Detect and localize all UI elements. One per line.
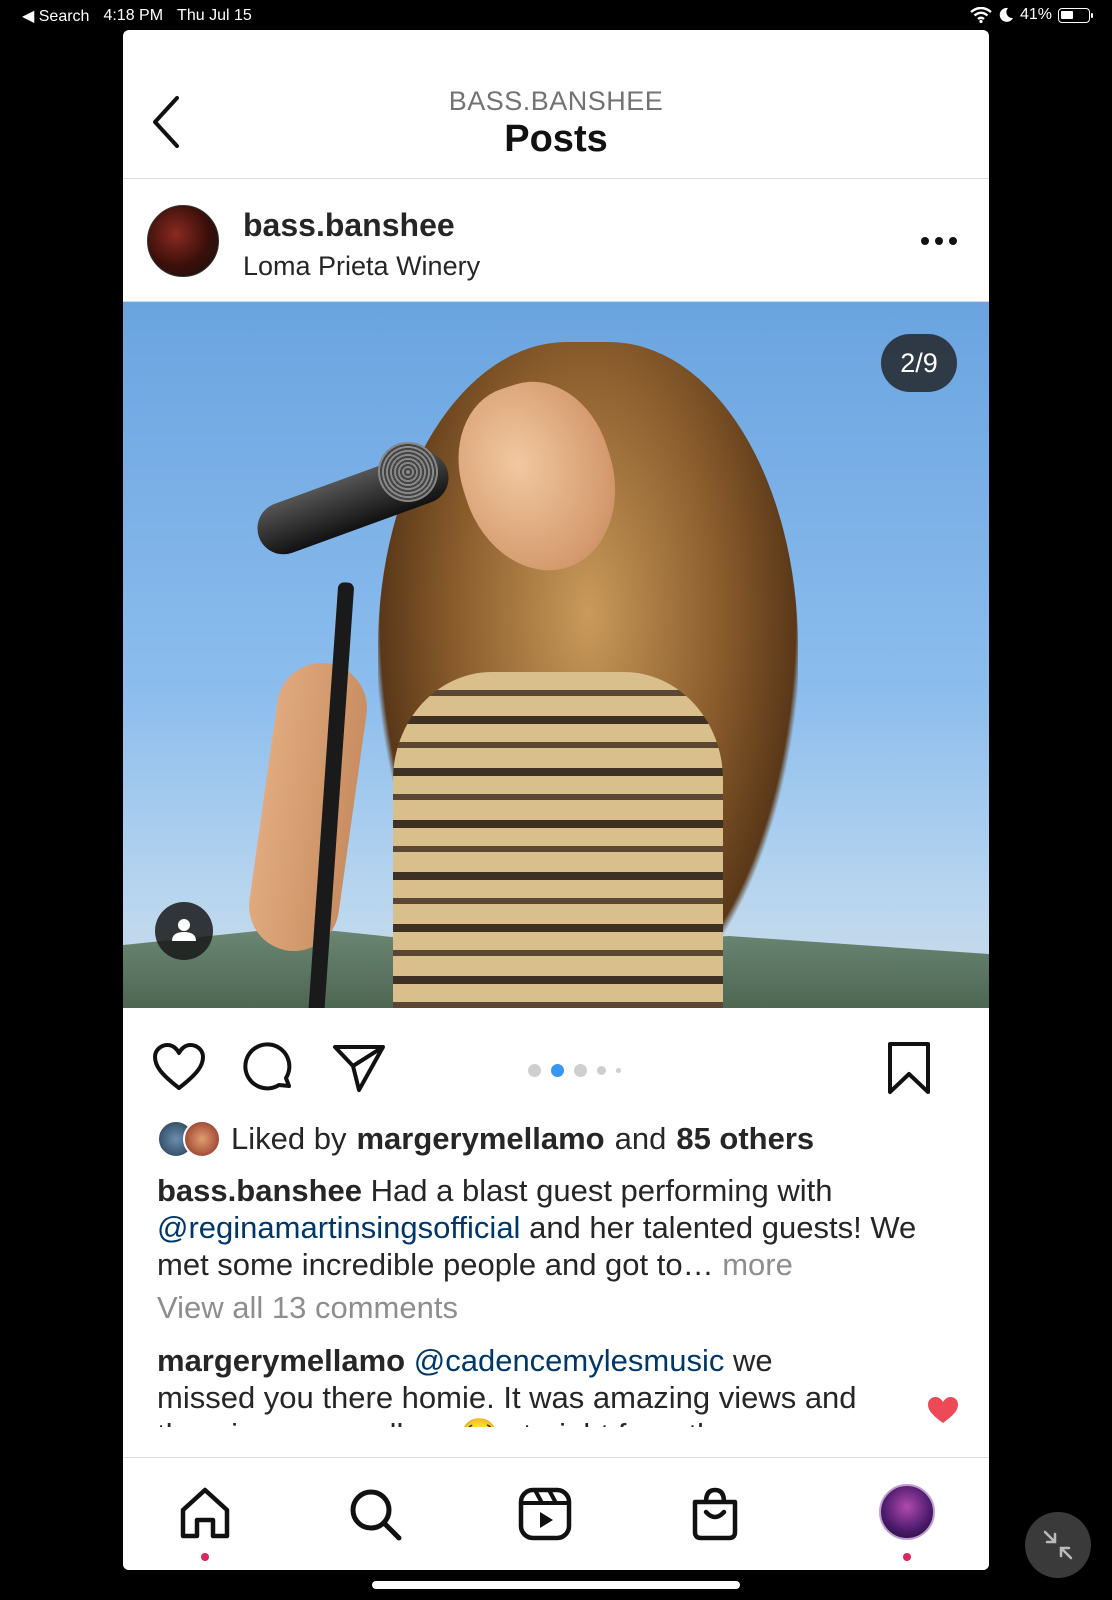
likes-user[interactable]: margerymellamo	[356, 1121, 604, 1157]
bottom-tab-bar	[123, 1457, 989, 1570]
caption-username[interactable]: bass.banshee	[157, 1173, 362, 1208]
battery-icon	[1058, 7, 1093, 23]
page-header: BASS.BANSHEE Posts	[123, 30, 989, 179]
carousel-dot	[528, 1064, 541, 1077]
caption-text: Had a blast guest performing with	[370, 1173, 833, 1208]
page-title: Posts	[504, 118, 608, 160]
carousel-dot-active	[551, 1064, 564, 1077]
share-send-icon[interactable]	[331, 1040, 387, 1096]
moon-icon	[999, 7, 1013, 22]
likes-others[interactable]: 85 others	[676, 1121, 814, 1157]
comment-username[interactable]: margerymellamo	[157, 1343, 405, 1378]
carousel-counter: 2/9	[881, 334, 957, 392]
person-icon	[172, 919, 196, 941]
home-notification-dot	[201, 1553, 209, 1561]
photo-arm	[243, 657, 373, 957]
comment-mention[interactable]: @cadencemylesmusic	[414, 1343, 725, 1378]
home-indicator[interactable]	[372, 1581, 740, 1589]
post-location[interactable]: Loma Prieta Winery	[243, 251, 480, 282]
home-icon[interactable]	[175, 1484, 235, 1544]
carousel-dot	[574, 1064, 587, 1077]
page-subtitle: BASS.BANSHEE	[448, 86, 664, 116]
profile-tab-avatar[interactable]	[879, 1484, 935, 1540]
liker-avatar	[183, 1120, 221, 1158]
bookmark-save-icon[interactable]	[881, 1040, 937, 1096]
search-icon[interactable]	[345, 1484, 405, 1544]
photo-microphone-head	[378, 442, 438, 502]
carousel-indicator	[528, 1064, 621, 1077]
status-time: 4:18 PM	[103, 7, 164, 24]
comment-preview: margerymellamo @cadencemylesmusic we mis…	[157, 1342, 877, 1427]
liker-avatars	[157, 1120, 221, 1158]
post-author-avatar[interactable]	[147, 205, 219, 277]
tagged-people-button[interactable]	[155, 902, 213, 960]
back-to-search-link[interactable]: ◀ Search	[22, 6, 89, 26]
carousel-dot	[616, 1068, 621, 1073]
caption-more-link[interactable]: more	[722, 1247, 793, 1282]
likes-and: and	[614, 1121, 667, 1156]
view-all-comments-link[interactable]: View all 13 comments	[157, 1290, 458, 1326]
post-photo[interactable]: 2/9	[123, 302, 989, 1008]
post-header: bass.banshee Loma Prieta Winery	[123, 179, 989, 302]
comment-icon[interactable]	[241, 1040, 297, 1096]
status-bar: ◀ Search 4:18 PM Thu Jul 15 41%	[0, 0, 1112, 30]
wifi-icon	[970, 7, 992, 23]
post-author-username[interactable]: bass.banshee	[243, 207, 455, 244]
more-options-icon[interactable]	[919, 234, 959, 248]
battery-percent: 41%	[1019, 6, 1052, 23]
reels-icon[interactable]	[515, 1484, 575, 1544]
comment-like-heart-icon[interactable]	[927, 1395, 959, 1425]
status-date: Thu Jul 15	[177, 7, 252, 24]
carousel-dot	[597, 1066, 606, 1075]
like-heart-icon[interactable]	[151, 1040, 207, 1096]
profile-notification-dot	[903, 1553, 911, 1561]
likes-summary[interactable]: Liked by margerymellamo and 85 others	[157, 1120, 814, 1158]
exit-fullscreen-button[interactable]	[1025, 1512, 1091, 1578]
photo-dress	[393, 672, 723, 1008]
post-caption: bass.banshee Had a blast guest performin…	[157, 1172, 957, 1283]
post-actions	[123, 1008, 989, 1108]
caption-mention[interactable]: @reginamartinsingsofficial	[157, 1210, 520, 1245]
app-window: BASS.BANSHEE Posts bass.banshee Loma Pri…	[123, 30, 989, 1570]
likes-prefix: Liked by	[231, 1121, 347, 1156]
shop-bag-icon[interactable]	[685, 1484, 745, 1544]
collapse-arrows-icon	[1043, 1530, 1073, 1560]
